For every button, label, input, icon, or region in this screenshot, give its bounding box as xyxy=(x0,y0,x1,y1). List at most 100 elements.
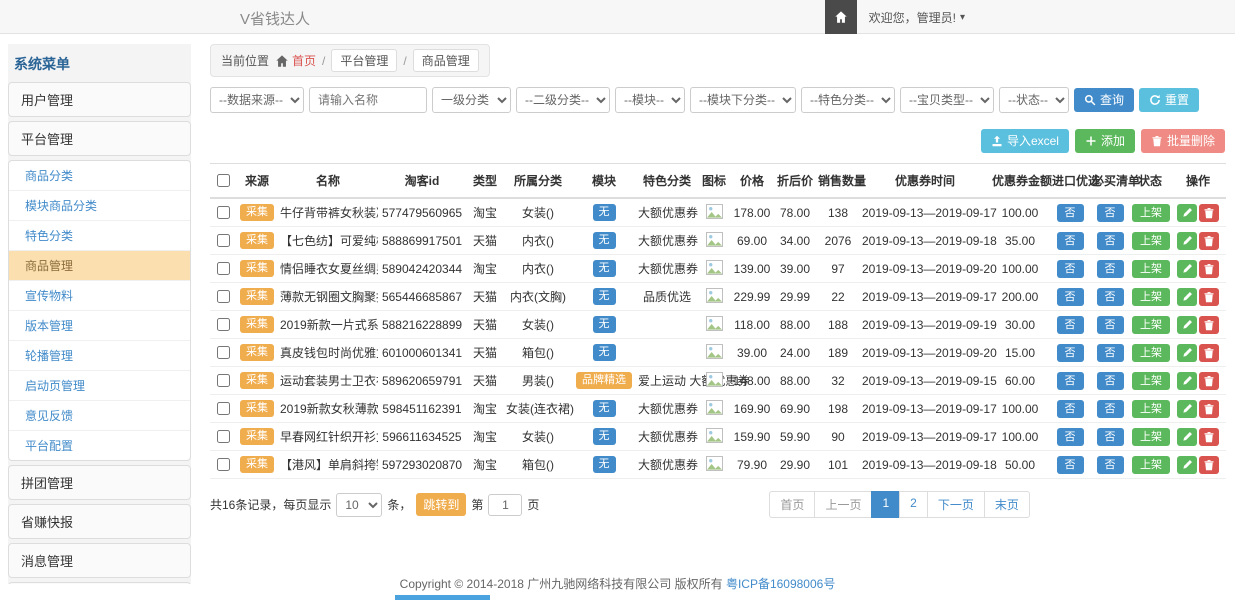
batch-delete-button[interactable]: 批量删除 xyxy=(1141,129,1225,153)
filter-select[interactable]: 一级分类 xyxy=(432,87,511,113)
import-excel-button[interactable]: 导入excel xyxy=(981,129,1069,153)
filter-select[interactable]: --宝贝类型-- xyxy=(900,87,994,113)
page-number-input[interactable] xyxy=(488,494,522,516)
import-select-toggle[interactable]: 否 xyxy=(1057,316,1084,334)
delete-button[interactable] xyxy=(1199,204,1219,222)
must-buy-toggle[interactable]: 否 xyxy=(1097,372,1124,390)
sidebar-item[interactable]: 平台管理 xyxy=(8,121,191,156)
name-search-input[interactable] xyxy=(309,87,427,113)
import-select-toggle[interactable]: 否 xyxy=(1057,372,1084,390)
breadcrumb-item-platform[interactable]: 平台管理 xyxy=(331,49,397,72)
page-button[interactable]: 首页 xyxy=(769,491,815,518)
sidebar-subitem[interactable]: 启动页管理 xyxy=(9,371,190,401)
edit-button[interactable] xyxy=(1177,456,1197,474)
import-select-toggle[interactable]: 否 xyxy=(1057,344,1084,362)
status-button[interactable]: 上架 xyxy=(1132,316,1170,334)
row-checkbox[interactable] xyxy=(217,430,230,443)
sidebar-subitem[interactable]: 商品管理 xyxy=(9,251,190,281)
sidebar-subitem[interactable]: 轮播管理 xyxy=(9,341,190,371)
import-select-toggle[interactable]: 否 xyxy=(1057,400,1084,418)
sidebar-subitem[interactable]: 平台配置 xyxy=(9,431,190,460)
jump-button[interactable]: 跳转到 xyxy=(416,493,466,516)
must-buy-toggle[interactable]: 否 xyxy=(1097,344,1124,362)
sidebar-item[interactable]: 用户管理 xyxy=(8,82,191,117)
scrollbar-thumb[interactable] xyxy=(395,595,490,600)
delete-button[interactable] xyxy=(1199,288,1219,306)
page-button[interactable]: 1 xyxy=(871,491,900,518)
filter-select[interactable]: --特色分类-- xyxy=(801,87,895,113)
delete-button[interactable] xyxy=(1199,400,1219,418)
row-checkbox[interactable] xyxy=(217,290,230,303)
edit-button[interactable] xyxy=(1177,428,1197,446)
edit-button[interactable] xyxy=(1177,316,1197,334)
row-checkbox[interactable] xyxy=(217,234,230,247)
sidebar-subitem[interactable]: 意见反馈 xyxy=(9,401,190,431)
status-button[interactable]: 上架 xyxy=(1132,204,1170,222)
status-button[interactable]: 上架 xyxy=(1132,344,1170,362)
select-all-checkbox[interactable] xyxy=(217,174,230,187)
sidebar-item[interactable]: 拼团管理 xyxy=(8,465,191,500)
row-checkbox[interactable] xyxy=(217,206,230,219)
edit-button[interactable] xyxy=(1177,372,1197,390)
filter-select[interactable]: --模块下分类-- xyxy=(690,87,796,113)
status-button[interactable]: 上架 xyxy=(1132,400,1170,418)
import-select-toggle[interactable]: 否 xyxy=(1057,260,1084,278)
must-buy-toggle[interactable]: 否 xyxy=(1097,456,1124,474)
filter-select[interactable]: --模块-- xyxy=(615,87,685,113)
delete-button[interactable] xyxy=(1199,260,1219,278)
page-button[interactable]: 下一页 xyxy=(927,491,985,518)
delete-button[interactable] xyxy=(1199,316,1219,334)
user-menu[interactable]: 欢迎您，管理员! ▾ xyxy=(869,9,965,26)
sidebar-subitem[interactable]: 商品分类 xyxy=(9,161,190,191)
reset-button[interactable]: 重置 xyxy=(1139,88,1199,112)
import-select-toggle[interactable]: 否 xyxy=(1057,232,1084,250)
search-button[interactable]: 查询 xyxy=(1074,88,1134,112)
edit-button[interactable] xyxy=(1177,204,1197,222)
must-buy-toggle[interactable]: 否 xyxy=(1097,204,1124,222)
status-button[interactable]: 上架 xyxy=(1132,232,1170,250)
row-checkbox[interactable] xyxy=(217,346,230,359)
page-button[interactable]: 末页 xyxy=(984,491,1030,518)
page-button[interactable]: 2 xyxy=(899,491,928,518)
sidebar-subitem[interactable]: 版本管理 xyxy=(9,311,190,341)
add-button[interactable]: 添加 xyxy=(1075,129,1135,153)
per-page-select[interactable]: 10 xyxy=(336,493,382,517)
row-checkbox[interactable] xyxy=(217,318,230,331)
home-button[interactable] xyxy=(825,0,857,34)
sidebar-subitem[interactable]: 特色分类 xyxy=(9,221,190,251)
must-buy-toggle[interactable]: 否 xyxy=(1097,260,1124,278)
sidebar-item[interactable]: 省赚快报 xyxy=(8,504,191,539)
breadcrumb-home-link[interactable]: 首页 xyxy=(275,52,316,69)
row-checkbox[interactable] xyxy=(217,374,230,387)
must-buy-toggle[interactable]: 否 xyxy=(1097,232,1124,250)
must-buy-toggle[interactable]: 否 xyxy=(1097,428,1124,446)
sidebar-subitem[interactable]: 模块商品分类 xyxy=(9,191,190,221)
row-checkbox[interactable] xyxy=(217,458,230,471)
sidebar-subitem[interactable]: 宣传物料 xyxy=(9,281,190,311)
status-button[interactable]: 上架 xyxy=(1132,260,1170,278)
edit-button[interactable] xyxy=(1177,344,1197,362)
row-checkbox[interactable] xyxy=(217,402,230,415)
status-button[interactable]: 上架 xyxy=(1132,456,1170,474)
import-select-toggle[interactable]: 否 xyxy=(1057,288,1084,306)
delete-button[interactable] xyxy=(1199,372,1219,390)
filter-select[interactable]: --状态-- xyxy=(999,87,1069,113)
status-button[interactable]: 上架 xyxy=(1132,428,1170,446)
row-checkbox[interactable] xyxy=(217,262,230,275)
edit-button[interactable] xyxy=(1177,400,1197,418)
page-button[interactable]: 上一页 xyxy=(814,491,872,518)
delete-button[interactable] xyxy=(1199,456,1219,474)
icp-link[interactable]: 粤ICP备16098006号 xyxy=(726,577,835,591)
edit-button[interactable] xyxy=(1177,288,1197,306)
delete-button[interactable] xyxy=(1199,344,1219,362)
import-select-toggle[interactable]: 否 xyxy=(1057,204,1084,222)
status-button[interactable]: 上架 xyxy=(1132,372,1170,390)
filter-select[interactable]: --数据来源-- xyxy=(210,87,304,113)
edit-button[interactable] xyxy=(1177,260,1197,278)
status-button[interactable]: 上架 xyxy=(1132,288,1170,306)
must-buy-toggle[interactable]: 否 xyxy=(1097,288,1124,306)
must-buy-toggle[interactable]: 否 xyxy=(1097,400,1124,418)
sidebar-item[interactable]: 消息管理 xyxy=(8,543,191,578)
import-select-toggle[interactable]: 否 xyxy=(1057,456,1084,474)
filter-select[interactable]: --二级分类-- xyxy=(516,87,610,113)
